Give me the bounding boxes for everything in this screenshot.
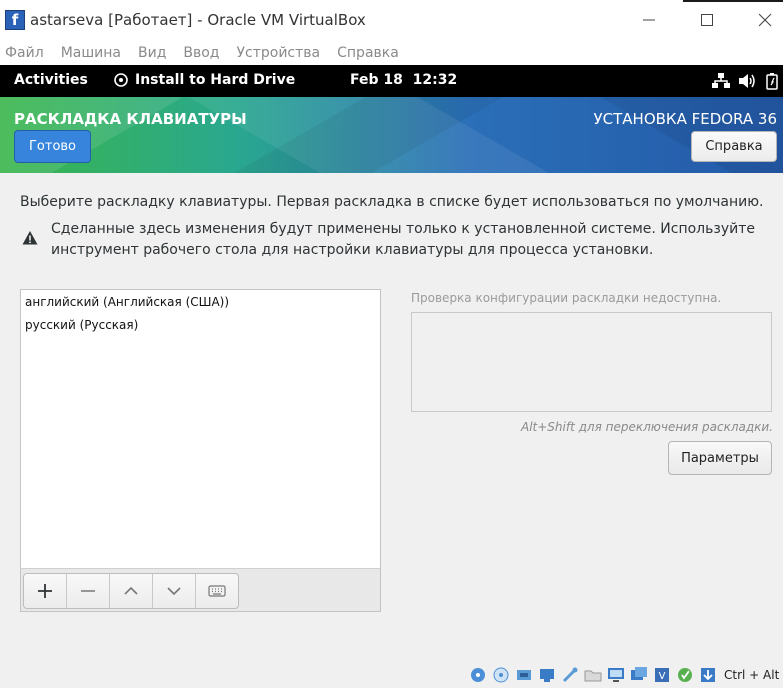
preview-layout-button[interactable] xyxy=(196,574,238,608)
move-down-button[interactable] xyxy=(153,574,196,608)
warning-text: Сделанные здесь изменения будут применен… xyxy=(51,221,755,258)
menu-file[interactable]: Файл xyxy=(5,45,44,61)
header-background-pattern xyxy=(0,97,783,173)
host-window-titlebar: f astarseva [Работает] - Oracle VM Virtu… xyxy=(0,0,783,40)
add-icon xyxy=(38,584,52,598)
move-up-button[interactable] xyxy=(110,574,153,608)
device-indicators: V xyxy=(469,666,722,684)
battery-icon xyxy=(763,72,783,90)
warning-icon xyxy=(22,231,38,245)
host-menu-bar: Файл Машина Вид Ввод Устройства Справка xyxy=(0,40,783,65)
layout-test-area[interactable] xyxy=(411,312,772,412)
close-icon xyxy=(758,13,772,27)
page-title: РАСКЛАДКА КЛАВИАТУРЫ xyxy=(14,110,247,128)
mouse-integration-icon[interactable] xyxy=(676,666,694,684)
product-title: УСТАНОВКА FEDORA 36 xyxy=(593,110,778,128)
layout-list-toolbar xyxy=(21,568,380,611)
layout-tool-group xyxy=(23,573,239,609)
display-icon[interactable] xyxy=(607,666,625,684)
activities-button[interactable]: Activities xyxy=(14,72,88,88)
keyboard-preview-icon xyxy=(208,585,226,597)
list-item[interactable]: английский (Английская (США)) xyxy=(21,291,380,314)
minimize-button[interactable] xyxy=(634,8,664,32)
layout-list[interactable]: английский (Английская (США)) русский (Р… xyxy=(20,289,381,612)
intro-text: Выберите раскладку клавиатуры. Первая ра… xyxy=(20,194,764,210)
installer-icon xyxy=(114,73,128,87)
menu-view[interactable]: Вид xyxy=(138,45,166,61)
move-down-icon xyxy=(167,587,181,596)
shared-folders-icon[interactable] xyxy=(584,666,602,684)
audio-icon[interactable] xyxy=(515,666,533,684)
list-item[interactable]: русский (Русская) xyxy=(21,314,380,337)
clock[interactable]: Feb 18 12:32 xyxy=(350,72,457,88)
options-button[interactable]: Параметры xyxy=(668,441,772,475)
app-name: Install to Hard Drive xyxy=(135,72,296,88)
usb-icon[interactable] xyxy=(561,666,579,684)
maximize-button[interactable] xyxy=(692,8,722,32)
spoke-header: РАСКЛАДКА КЛАВИАТУРЫ УСТАНОВКА FEDORA 36… xyxy=(0,97,783,173)
maximize-icon xyxy=(701,14,713,26)
host-key-label: Ctrl + Alt xyxy=(724,668,780,682)
recording-icon[interactable] xyxy=(630,666,648,684)
move-up-icon xyxy=(124,586,138,595)
close-button[interactable] xyxy=(750,8,780,32)
menu-input[interactable]: Ввод xyxy=(183,45,219,61)
spoke-content: Выберите раскладку клавиатуры. Первая ра… xyxy=(0,173,783,663)
keyboard-capture-icon[interactable] xyxy=(699,666,717,684)
network-adapter-icon[interactable] xyxy=(538,666,556,684)
virtualbox-status-bar: V Ctrl + Alt xyxy=(0,663,783,685)
help-button[interactable]: Справка xyxy=(691,131,777,162)
preview-unavailable-label: Проверка конфигурации раскладки недоступ… xyxy=(411,291,722,305)
hard-disk-icon[interactable] xyxy=(469,666,487,684)
svg-text:V: V xyxy=(659,671,666,682)
system-tray[interactable] xyxy=(705,72,783,90)
network-icon xyxy=(711,72,731,90)
titlebar-edge xyxy=(683,0,783,2)
volume-icon xyxy=(737,72,757,90)
remove-layout-button[interactable] xyxy=(67,574,110,608)
menu-machine[interactable]: Машина xyxy=(61,45,121,61)
virtualization-icon[interactable]: V xyxy=(653,666,671,684)
menu-devices[interactable]: Устройства xyxy=(237,45,321,61)
menu-help[interactable]: Справка xyxy=(337,45,399,61)
layout-switch-hint: Alt+Shift для переключения раскладки. xyxy=(521,420,773,434)
fedora-logo-icon: f xyxy=(5,10,25,30)
host-window-title: astarseva [Работает] - Oracle VM Virtual… xyxy=(30,11,366,29)
remove-icon xyxy=(81,590,95,592)
done-button[interactable]: Готово xyxy=(14,130,91,163)
optical-drive-icon[interactable] xyxy=(492,666,510,684)
gnome-top-bar: Activities Install to Hard Drive Feb 18 … xyxy=(0,65,783,97)
minimize-icon xyxy=(643,19,655,21)
app-menu[interactable]: Install to Hard Drive xyxy=(114,72,295,88)
add-layout-button[interactable] xyxy=(24,574,67,608)
